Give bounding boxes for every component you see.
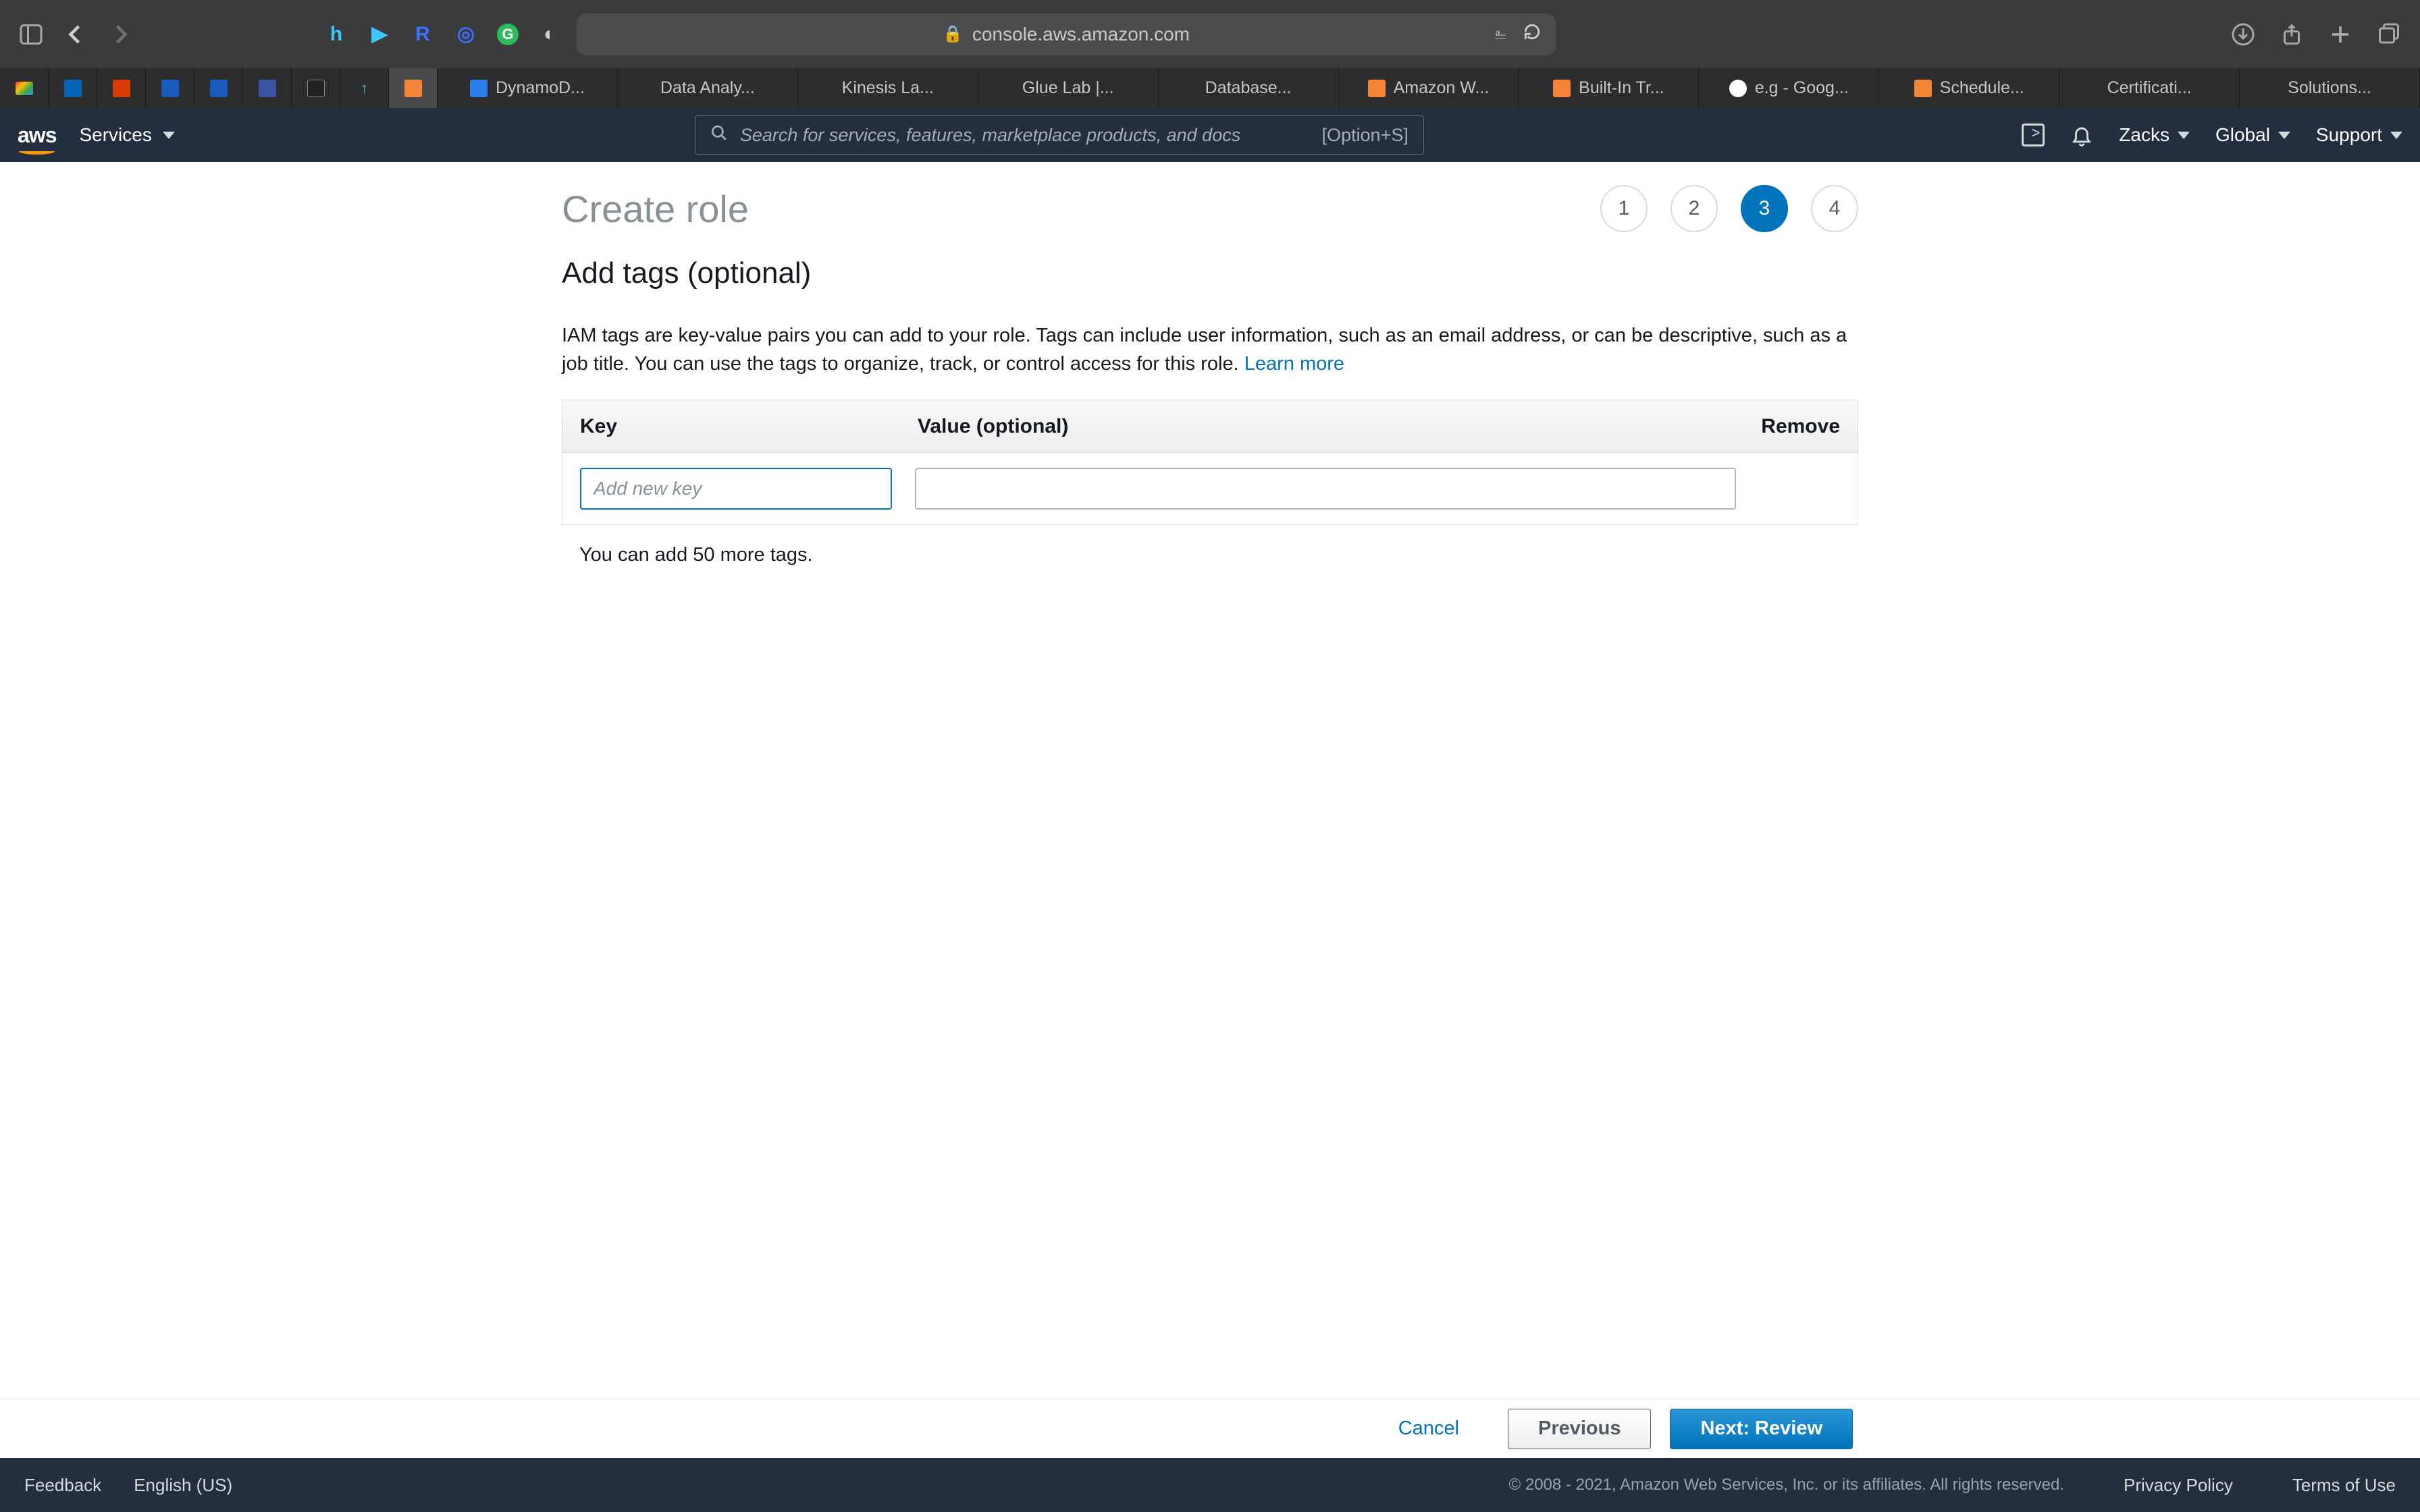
share-icon[interactable] [2280,22,2304,47]
tab-data-analy[interactable]: Data Analy... [618,68,798,108]
pinned-tabs: ↑ [0,68,438,108]
sidebar-toggle-icon[interactable] [19,22,43,47]
tab-schedule[interactable]: Schedule... [1879,68,2059,108]
tabs-overview-icon[interactable] [2377,22,2401,47]
step-1[interactable]: 1 [1600,185,1648,232]
page-title: Create role [562,187,749,231]
main-content: Create role 1 2 3 4 Add tags (optional) … [0,162,2420,1407]
tab-strip: ↑ DynamoD... Data Analy... Kinesis La...… [0,68,2420,108]
downloads-icon[interactable] [2231,22,2255,47]
tag-value-input[interactable] [915,468,1736,510]
aws-top-nav: aws Services Search for services, featur… [0,108,2420,162]
col-header-remove: Remove [1732,415,1840,438]
pinned-tab-aws[interactable] [389,68,438,108]
pinned-tab-office[interactable] [97,68,146,108]
next-review-button[interactable]: Next: Review [1670,1409,1853,1449]
ext-flag-icon[interactable]: ▶ [367,22,392,47]
pinned-tab-app1[interactable] [292,68,340,108]
step-2[interactable]: 2 [1671,185,1718,232]
pinned-tab-word[interactable] [146,68,194,108]
tab-builtin[interactable]: Built-In Tr... [1519,68,1699,108]
terms-link[interactable]: Terms of Use [2292,1475,2396,1496]
section-description: IAM tags are key-value pairs you can add… [562,321,1858,378]
wizard-steps: 1 2 3 4 [1600,185,1858,232]
aws-search-input[interactable]: Search for services, features, marketpla… [695,115,1424,155]
forward-icon [108,22,132,47]
action-bar: Cancel Previous Next: Review [0,1399,2420,1458]
feedback-link[interactable]: Feedback [24,1475,101,1496]
search-placeholder: Search for services, features, marketpla… [740,125,1240,146]
tab-glue[interactable]: Glue Lab |... [978,68,1159,108]
tab-kinesis[interactable]: Kinesis La... [798,68,978,108]
services-menu[interactable]: Services [79,124,174,146]
url-host: console.aws.amazon.com [972,24,1190,45]
extension-icons: h ▶ R ◎ G ◐ [324,22,562,47]
pinned-tab-gmail[interactable] [0,68,49,108]
support-menu[interactable]: Support [2316,124,2402,146]
pinned-tab-calc[interactable] [243,68,292,108]
document-tabs: DynamoD... Data Analy... Kinesis La... G… [438,68,2420,108]
region-menu[interactable]: Global [2215,124,2290,146]
privacy-link[interactable]: Privacy Policy [2124,1475,2233,1496]
footer: Feedback English (US) © 2008 - 2021, Ama… [0,1458,2420,1512]
aws-logo[interactable]: aws [18,123,56,148]
ext-r-icon[interactable]: R [411,22,435,47]
new-tab-icon[interactable] [2328,22,2352,47]
col-header-key: Key [580,415,918,438]
caret-down-icon [163,132,175,139]
pinned-tab-word2[interactable] [194,68,243,108]
honey-ext-icon[interactable]: h [324,22,348,47]
section-title: Add tags (optional) [562,256,1858,290]
pinned-tab-app2[interactable]: ↑ [340,68,389,108]
learn-more-link[interactable]: Learn more [1244,353,1344,375]
translate-icon[interactable]: ⎁ [1494,25,1507,44]
copyright: © 2008 - 2021, Amazon Web Services, Inc.… [1509,1476,2065,1494]
notifications-icon[interactable] [2070,124,2093,146]
previous-button[interactable]: Previous [1508,1409,1652,1449]
search-shortcut: [Option+S] [1322,125,1409,146]
tab-cert[interactable]: Certificati... [2059,68,2240,108]
step-4[interactable]: 4 [1811,185,1858,232]
tab-google[interactable]: e.g - Goog... [1699,68,1879,108]
ext-contrast-icon[interactable]: ◐ [537,22,562,47]
cancel-button[interactable]: Cancel [1369,1409,1489,1449]
search-icon [710,124,728,146]
tab-amazon-w[interactable]: Amazon W... [1339,68,1519,108]
tab-database[interactable]: Database... [1159,68,1339,108]
tag-key-input[interactable] [580,468,892,510]
tags-footnote: You can add 50 more tags. [562,544,1858,566]
language-selector[interactable]: English (US) [134,1475,239,1496]
tab-dynamodb[interactable]: DynamoD... [438,68,618,108]
cloudshell-icon[interactable] [2022,124,2045,146]
col-header-value: Value (optional) [918,415,1732,438]
account-menu[interactable]: Zacks [2119,124,2190,146]
tags-table: Key Value (optional) Remove [562,400,1858,525]
address-bar[interactable]: 🔒 console.aws.amazon.com ⎁ [577,14,1556,55]
browser-toolbar: h ▶ R ◎ G ◐ 🔒 console.aws.amazon.com ⎁ [0,0,2420,68]
pinned-tab-outlook[interactable] [49,68,97,108]
lock-icon: 🔒 [943,24,963,44]
tab-solutions[interactable]: Solutions... [2240,68,2420,108]
step-3[interactable]: 3 [1741,185,1788,232]
reload-icon[interactable] [1523,23,1541,45]
back-icon[interactable] [63,22,88,47]
ext-circle-icon[interactable]: ◎ [454,22,478,47]
grammarly-ext-icon[interactable]: G [497,24,519,45]
